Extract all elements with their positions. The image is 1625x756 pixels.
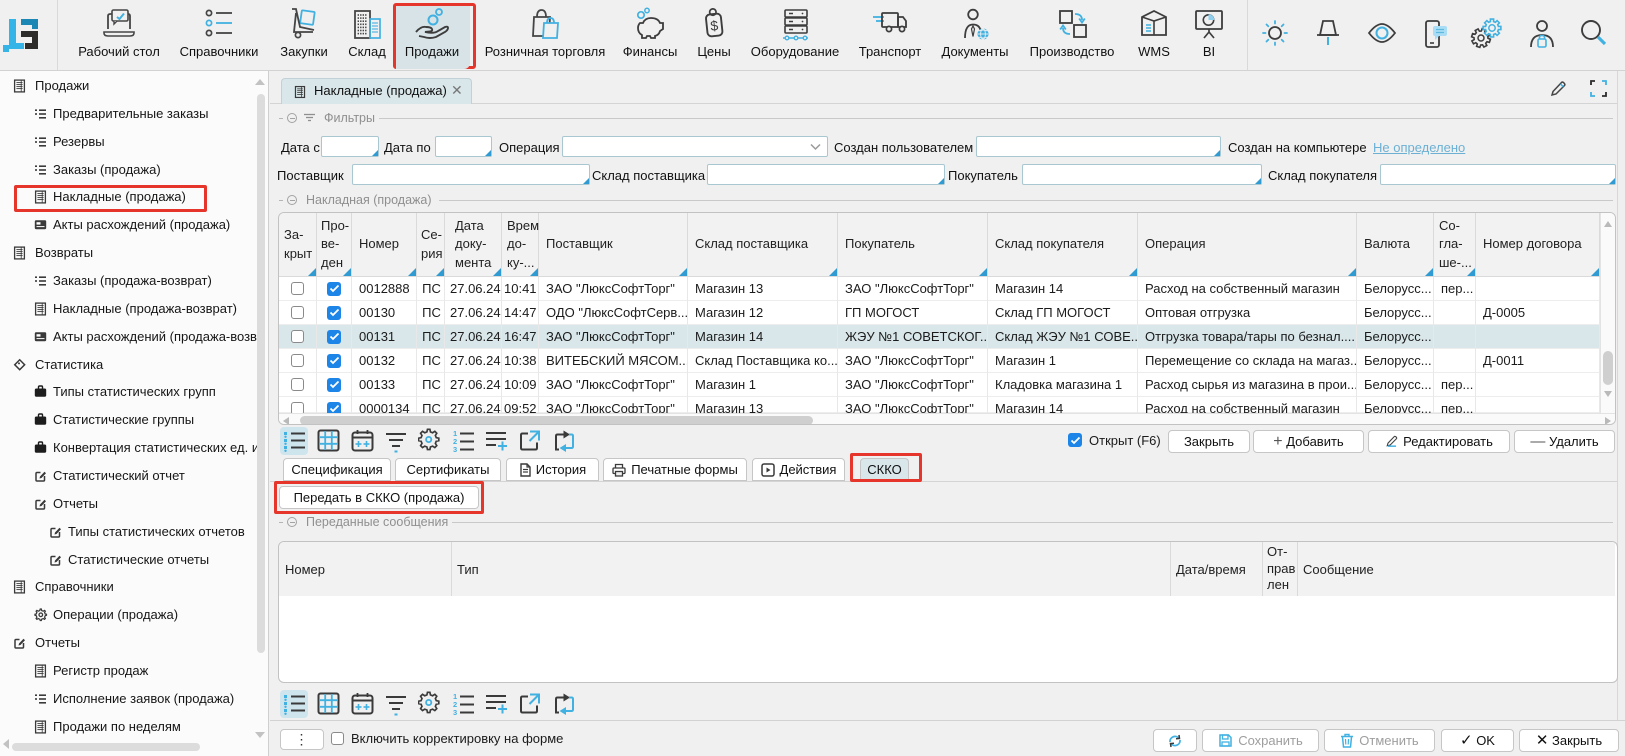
svg-text:$: $ — [710, 17, 720, 34]
